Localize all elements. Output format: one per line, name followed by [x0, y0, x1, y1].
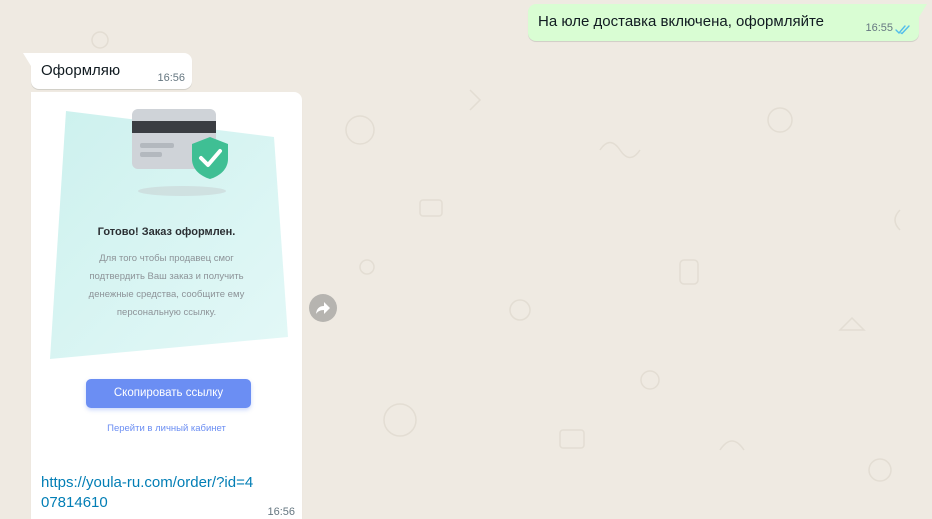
preview-description: Для того чтобы продавец смог подтвердить… — [88, 253, 245, 318]
message-text: На юле доставка включена, оформляйте — [538, 13, 825, 30]
bubble-tail — [919, 4, 927, 17]
incoming-message[interactable]: Оформляю 16:56 — [23, 53, 192, 89]
forward-arrow-icon — [316, 302, 330, 314]
copy-link-button: Скопировать ссылку — [86, 379, 251, 408]
message-time: 16:55 — [865, 22, 893, 34]
credit-card-shield-icon — [132, 109, 228, 196]
double-check-read-icon — [895, 25, 910, 35]
message-time: 16:56 — [157, 72, 185, 84]
bubble-tail — [23, 53, 31, 66]
message-time: 16:56 — [267, 506, 295, 518]
order-screenshot-image[interactable]: Готово! Заказ оформлен. Для того чтобы п… — [34, 95, 299, 465]
outgoing-message[interactable]: На юле доставка включена, оформляйте 16:… — [528, 4, 927, 41]
message-text: Оформляю — [41, 62, 121, 79]
personal-cabinet-link: Перейти в личный кабинет — [107, 423, 226, 434]
incoming-image-message[interactable]: Готово! Заказ оформлен. Для того чтобы п… — [31, 92, 302, 519]
forward-button[interactable] — [309, 294, 337, 322]
order-link[interactable]: https://youla-ru.com/order/?id=407814610 — [41, 473, 256, 513]
preview-title: Готово! Заказ оформлен. — [97, 226, 236, 238]
